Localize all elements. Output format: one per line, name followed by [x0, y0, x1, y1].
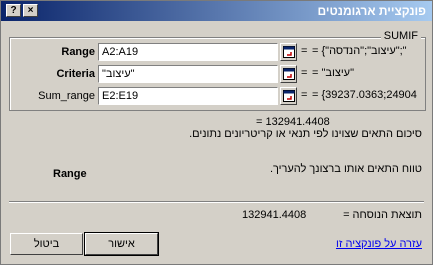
- arg-row-range: Range = = {"עיצוב";"הנדסה";": [1, 43, 432, 62]
- cancel-button[interactable]: ביטול: [10, 233, 83, 255]
- arg-row-sum-range: Sum_range = = {39237.0363;24904: [1, 87, 432, 106]
- function-name: SUMIF: [380, 30, 421, 42]
- function-result: = 132941.4408: [256, 116, 330, 128]
- range-input[interactable]: [98, 43, 278, 61]
- collapse-icon: [283, 68, 295, 80]
- collapse-dialog-button[interactable]: [280, 43, 297, 61]
- function-arguments-dialog: × ? פונקציית ארגומנטים SUMIF Range = = {…: [0, 0, 433, 265]
- equals-sign: =: [301, 45, 308, 57]
- collapse-icon: [283, 46, 295, 58]
- current-arg-description: טווח התאים אותו ברצונך להעריך.: [269, 163, 422, 175]
- arg-result-sum-range: = {39237.0363;24904: [312, 89, 417, 101]
- arg-label-range: Range: [61, 46, 95, 58]
- arg-label-sum-range: Sum_range: [38, 90, 95, 102]
- title-bar[interactable]: × ? פונקציית ארגומנטים: [1, 1, 432, 21]
- formula-result-value: 132941.4408: [242, 209, 307, 221]
- collapse-dialog-button[interactable]: [280, 87, 297, 105]
- arg-row-criteria: Criteria = = "עיצוב": [1, 65, 432, 84]
- sum-range-input[interactable]: [98, 87, 278, 105]
- separator: [9, 201, 424, 203]
- close-button[interactable]: ×: [23, 4, 38, 17]
- arg-result-range: = {"עיצוב";"הנדסה";": [312, 45, 407, 57]
- help-button[interactable]: ?: [6, 4, 21, 17]
- ok-button[interactable]: אישור: [84, 232, 159, 256]
- collapse-dialog-button[interactable]: [280, 65, 297, 83]
- function-description: סיכום התאים שצוינו לפי תנאי או קריטריוני…: [189, 128, 422, 140]
- equals-sign: =: [301, 89, 308, 101]
- arg-label-criteria: Criteria: [56, 68, 95, 80]
- current-arg-name: Range: [53, 168, 87, 180]
- collapse-icon: [283, 90, 295, 102]
- equals-sign: =: [301, 67, 308, 79]
- arg-result-criteria: = "עיצוב": [312, 67, 354, 79]
- criteria-input[interactable]: [98, 65, 278, 83]
- help-on-function-link[interactable]: עזרה על פונקציה זו: [336, 238, 422, 250]
- formula-result-label: תוצאת הנוסחה =: [343, 209, 422, 221]
- window-title: פונקציית ארגומנטים: [317, 4, 426, 18]
